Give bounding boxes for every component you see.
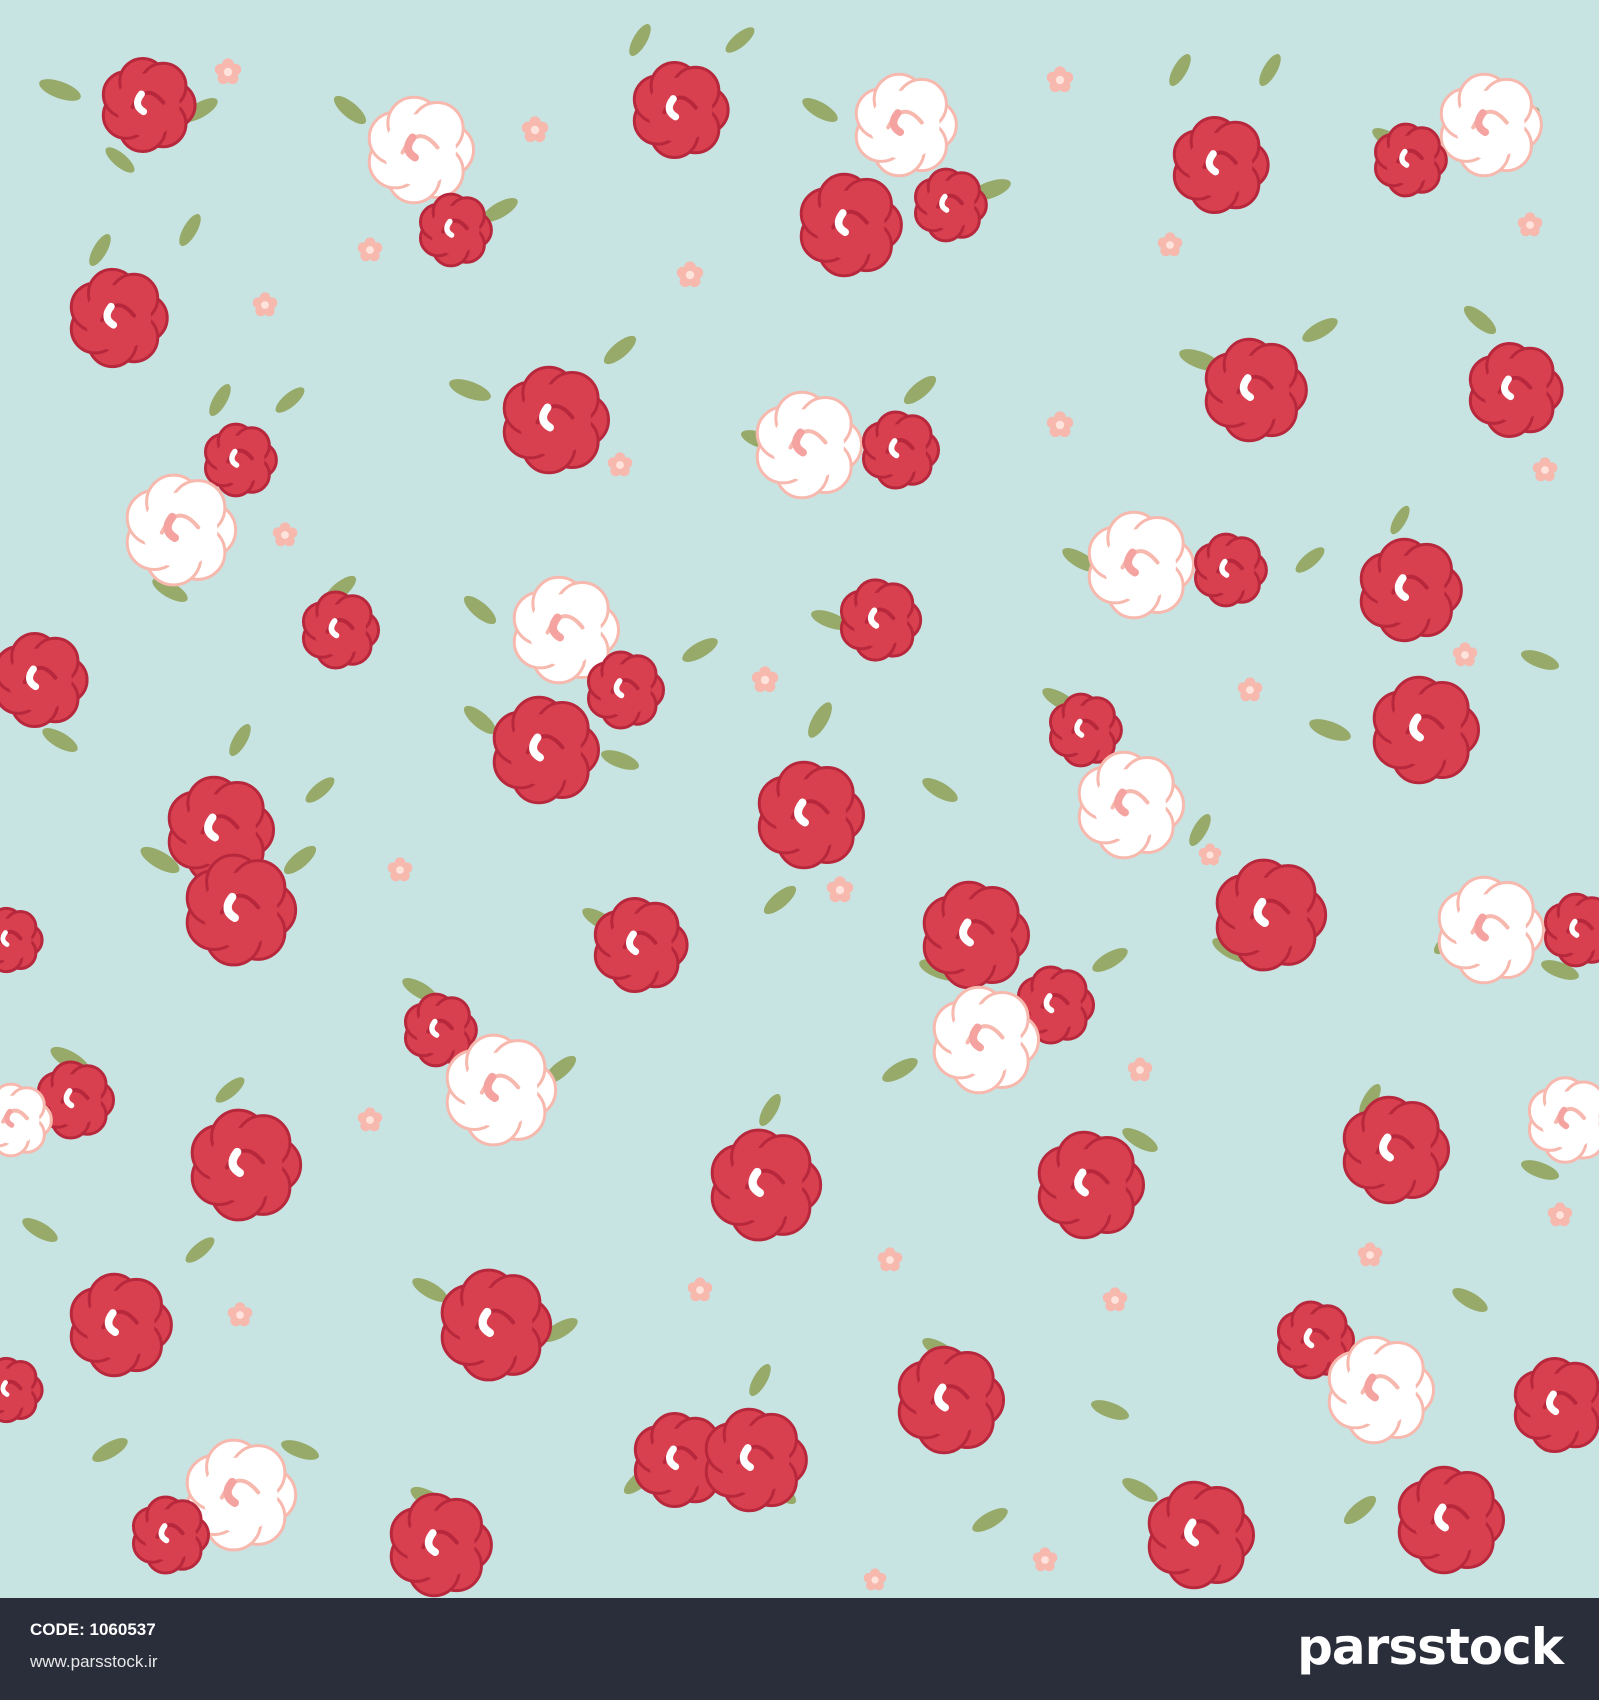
brand-logo: parsstock: [1297, 1618, 1564, 1676]
red-rose: [757, 760, 865, 870]
red-rose: [0, 632, 89, 728]
website-link[interactable]: www.parsstock.ir: [30, 1652, 158, 1672]
red-rose: [203, 422, 278, 498]
red-rose: [1172, 115, 1270, 215]
red-rose: [185, 853, 298, 967]
red-rose: [1147, 1480, 1255, 1590]
red-rose: [492, 695, 600, 805]
white-flower: [367, 95, 475, 205]
red-rose: [1204, 337, 1308, 443]
red-rose: [1037, 1130, 1145, 1240]
red-rose: [69, 267, 169, 369]
white-flower: [1437, 875, 1545, 985]
white-flower: [1439, 72, 1543, 178]
red-rose: [1373, 122, 1448, 198]
red-rose: [1193, 532, 1268, 608]
red-rose: [586, 650, 666, 730]
red-rose: [861, 410, 941, 490]
red-rose: [593, 897, 689, 993]
red-rose: [704, 1407, 808, 1513]
red-rose: [389, 1492, 493, 1598]
red-rose: [922, 880, 1030, 990]
red-rose: [1513, 1357, 1599, 1453]
white-flower: [854, 72, 958, 178]
red-rose: [1342, 1095, 1450, 1205]
red-rose: [1359, 537, 1463, 643]
red-rose: [418, 192, 493, 268]
red-rose: [799, 172, 903, 278]
white-flower: [932, 985, 1040, 1095]
red-rose: [1215, 858, 1328, 972]
red-rose: [1372, 675, 1480, 785]
red-rose: [632, 60, 730, 160]
red-rose: [440, 1268, 553, 1382]
white-flower: [755, 390, 863, 500]
red-rose: [1397, 1465, 1505, 1575]
red-rose: [101, 57, 197, 153]
red-rose: [301, 590, 381, 670]
red-rose: [502, 365, 610, 475]
white-flower: [1087, 510, 1195, 620]
red-rose: [897, 1345, 1005, 1455]
white-flower: [125, 473, 238, 587]
white-flower: [445, 1033, 558, 1147]
floral-pattern-image: [0, 0, 1599, 1598]
red-rose: [839, 578, 923, 662]
white-flower: [1077, 750, 1185, 860]
red-rose: [913, 167, 988, 243]
floral-pattern-svg: [0, 0, 1599, 1598]
red-rose: [69, 1272, 173, 1378]
red-rose: [710, 1128, 823, 1242]
red-rose: [131, 1495, 211, 1575]
red-rose: [190, 1108, 303, 1222]
white-flower: [1327, 1335, 1435, 1445]
red-rose: [1468, 342, 1564, 438]
footer-bar: CODE: 1060537 www.parsstock.ir parsstock: [0, 1598, 1599, 1700]
image-code: CODE: 1060537: [30, 1620, 156, 1639]
